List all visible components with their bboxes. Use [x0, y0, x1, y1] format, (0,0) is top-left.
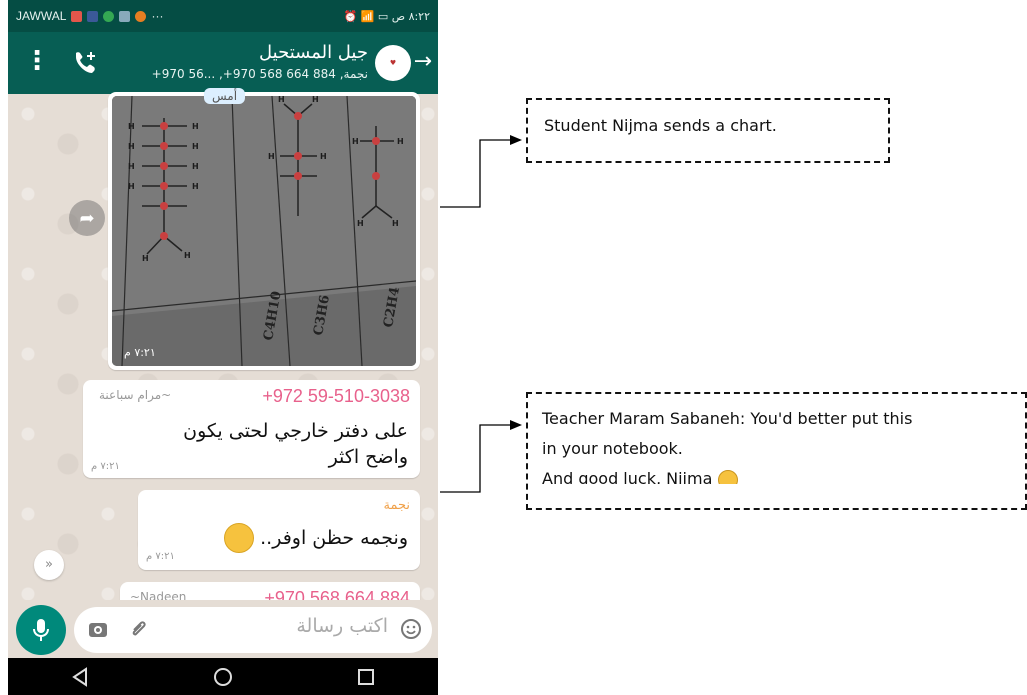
annotation-text: Student Nijma sends a chart.	[544, 116, 777, 135]
grin-emoji-icon	[718, 469, 739, 484]
annotation-text: Teacher Maram Sabaneh: You'd better put …	[542, 409, 913, 428]
figure: JAWWAL ··· ⏰ 📶 ▭ ٨:٢٢ ص ⋮ جيل المستحيل +…	[0, 0, 1027, 695]
annotation-text: in your notebook.	[542, 439, 683, 458]
annotation-callout: Teacher Maram Sabaneh: You'd better put …	[526, 392, 1027, 510]
annotation-text-cut: And good luck, Nijma	[542, 464, 1011, 484]
annotation-callout: Student Nijma sends a chart.	[526, 98, 890, 163]
annotation-text: And good luck, Nijma	[542, 469, 713, 484]
